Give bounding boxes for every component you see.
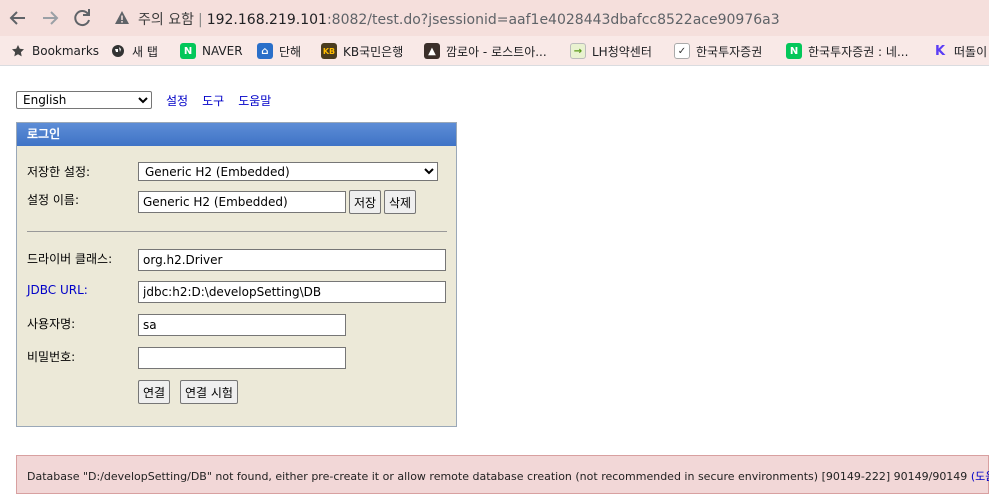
driver-class-label: 드라이버 클래스:: [27, 252, 113, 266]
connect-button[interactable]: 연결: [138, 380, 171, 404]
error-message: Database "D:/developSetting/DB" not foun…: [27, 468, 989, 484]
bookmark-item[interactable]: KB KB국민은행: [321, 42, 403, 60]
warning-icon[interactable]: [114, 10, 130, 26]
tools-link[interactable]: 도구: [202, 92, 224, 109]
divider: [27, 231, 447, 232]
settings-link[interactable]: 설정: [166, 92, 188, 109]
bookmark-item[interactable]: 새 탭: [110, 42, 158, 60]
forward-arrow-icon[interactable]: [38, 6, 62, 30]
lh-icon: →: [570, 43, 586, 59]
username-input[interactable]: [138, 314, 346, 336]
back-arrow-icon[interactable]: [6, 6, 30, 30]
help-link[interactable]: 도움말: [238, 92, 271, 109]
security-label: 주의 요함: [138, 12, 194, 28]
bookmark-item[interactable]: N NAVER: [180, 42, 243, 60]
bookmark-item[interactable]: → LH청약센터: [570, 42, 652, 60]
bookmark-item[interactable]: ✓ 한국투자증권: [674, 42, 762, 60]
stock-icon: ✓: [674, 43, 690, 59]
globe-icon: [110, 43, 126, 59]
error-help-link[interactable]: (도움말): [971, 470, 989, 483]
bookmark-item[interactable]: K 떠돌이: [932, 42, 987, 60]
setting-name-label: 설정 이름:: [27, 193, 80, 207]
bookmark-item[interactable]: ⌂ 단해: [257, 42, 301, 60]
reload-icon[interactable]: [70, 6, 94, 30]
login-panel: 로그인 저장한 설정: Generic H2 (Embedded) 설정 이름:…: [16, 122, 457, 427]
password-input[interactable]: [138, 347, 346, 369]
bookmark-item[interactable]: N 한국투자증권 : 네...: [786, 42, 908, 60]
test-connection-button[interactable]: 연결 시험: [180, 380, 238, 404]
save-button[interactable]: 저장: [349, 190, 382, 214]
k-icon: K: [934, 43, 946, 59]
jdbc-url-label[interactable]: JDBC URL:: [27, 283, 88, 297]
saved-settings-select[interactable]: Generic H2 (Embedded): [138, 162, 438, 181]
username-label: 사용자명:: [27, 317, 76, 331]
language-select[interactable]: English: [16, 91, 152, 109]
kb-icon: KB: [321, 43, 337, 59]
naver-icon: N: [786, 43, 802, 59]
url-path: :8082/test.do?jsessionid=aaf1e4028443dba…: [326, 12, 780, 28]
delete-button[interactable]: 삭제: [384, 190, 417, 214]
cat-icon: ▲: [424, 43, 440, 59]
jdbc-url-input[interactable]: [138, 281, 446, 303]
naver-icon: N: [180, 43, 196, 59]
url-host: 192.168.219.101: [206, 12, 327, 28]
browser-toolbar: 주의 요함 | 192.168.219.101:8082/test.do?jsess…: [0, 0, 989, 36]
address-bar[interactable]: 주의 요함 | 192.168.219.101:8082/test.do?jsess…: [104, 2, 989, 34]
star-icon: [10, 43, 26, 59]
password-label: 비밀번호:: [27, 350, 76, 364]
url-text[interactable]: 주의 요함 | 192.168.219.101:8082/test.do?jsess…: [138, 9, 780, 29]
saved-settings-label: 저장한 설정:: [27, 165, 91, 179]
setting-name-input[interactable]: [138, 191, 346, 213]
error-message-box: Database "D:/developSetting/DB" not foun…: [16, 455, 989, 494]
site-icon: ⌂: [257, 43, 273, 59]
bookmark-item[interactable]: Bookmarks: [10, 42, 99, 60]
top-controls: English 설정 도구 도움말: [16, 90, 271, 110]
bookmark-item[interactable]: ▲ 깜로아 - 로스트아...: [424, 42, 547, 60]
login-header: 로그인: [17, 123, 456, 146]
driver-class-input[interactable]: [138, 249, 446, 271]
bookmarks-bar: Bookmarks 새 탭 N NAVER ⌂ 단해 KB KB국민은행 ▲ 깜…: [0, 36, 989, 66]
